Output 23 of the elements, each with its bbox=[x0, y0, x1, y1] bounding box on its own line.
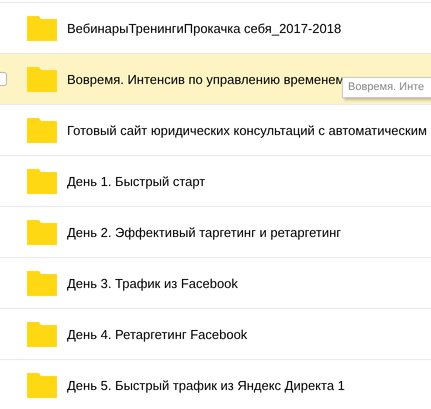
folder-row[interactable]: День 5. Быстрый трафик из Яндекс Директа 1 bbox=[0, 359, 431, 409]
folder-name: День 4. Ретаргетинг Facebook bbox=[67, 326, 248, 342]
folder-row[interactable]: День 4. Ретаргетинг Facebook bbox=[0, 308, 431, 359]
folder-name: День 1. Быстрый старт bbox=[67, 174, 206, 188]
folder-icon bbox=[27, 270, 57, 296]
folder-icon bbox=[27, 66, 57, 92]
folder-name: День 2. Эффективый таргетинг и ретаргетинг bbox=[67, 224, 342, 240]
folder-icon bbox=[27, 372, 57, 398]
folder-icon bbox=[27, 220, 57, 244]
folder-icon bbox=[27, 118, 57, 142]
folder-name: Вовремя. Интенсив по управлению временем bbox=[67, 72, 344, 86]
folder-icon bbox=[27, 16, 57, 40]
folder-row[interactable]: День 3. Трафик из Facebook bbox=[0, 257, 431, 308]
folder-icon bbox=[27, 322, 57, 346]
folder-row[interactable]: День 1. Быстрый старт bbox=[0, 155, 431, 206]
folder-name: ВебинарыТренингиПрокачка себя_2017-2018 bbox=[67, 20, 342, 36]
folder-icon bbox=[27, 168, 57, 194]
folder-row[interactable]: Готовый сайт юридических консультаций с автоматическим bbox=[0, 104, 431, 155]
folder-name: День 5. Быстрый трафик из Яндекс Директа 1 bbox=[67, 378, 345, 392]
folder-row[interactable]: День 2. Эффективый таргетинг и ретаргетинг bbox=[0, 206, 431, 257]
tooltip: Вовремя. Инте bbox=[342, 77, 431, 98]
folder-name: Готовый сайт юридических консультаций с автоматическим bbox=[67, 122, 427, 138]
folder-name: День 3. Трафик из Facebook bbox=[67, 276, 238, 290]
